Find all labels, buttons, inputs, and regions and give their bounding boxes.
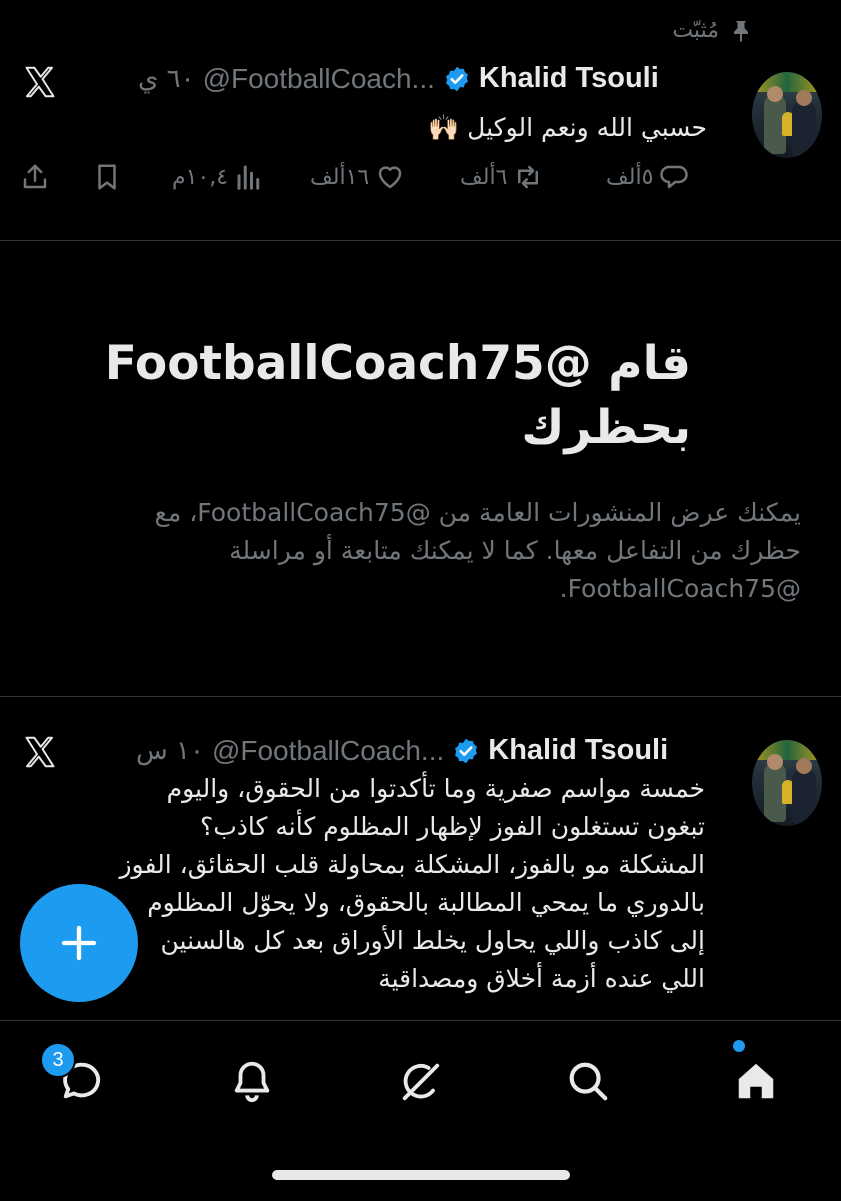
divider [0,240,841,241]
blocked-title-line-1: قام @FootballCoach75 [104,336,691,391]
author-avatar[interactable] [752,740,822,826]
tweet-actions: ١٠,٤م ١٦ألف ٦ألف ٥ألف [20,162,710,198]
tweet-text-line: إلى كاذب واللي يحاول يخلط الأوراق بعد كل… [160,926,705,955]
pinned-indicator: مُثبّت [672,18,753,43]
pin-icon [734,20,748,42]
repost-icon [518,165,539,189]
tweet-text-line: خمسة مواسم صفرية وما تأكدتوا من الحقوق، … [166,774,705,803]
tweet-text-line: اللي عنده أزمة أخلاق ومصداقية [378,964,705,993]
share-button[interactable] [20,162,50,192]
home-icon [738,1063,774,1099]
blocked-title-line-2: بحظرك [521,400,691,455]
x-logo-icon [25,736,55,768]
author-name[interactable]: Khalid Tsouli [488,734,668,767]
like-button[interactable]: ١٦ألف [310,162,405,192]
tweet-text: حسبي الله ونعم الوكيل 🙌🏻 [428,113,707,142]
repost-button[interactable]: ٦ألف [460,162,543,192]
bookmark-button[interactable] [92,162,122,192]
views-count: ١٠,٤م [172,164,229,190]
blocked-description-line-3: @FootballCoach75. [559,574,801,603]
tweet-text-line: المشكلة مو بالفوز، المشكلة بمحاولة قلب ا… [119,850,705,879]
author-handle[interactable]: @FootballCoach... [212,735,444,767]
blocked-description-line-1: يمكنك عرض المنشورات العامة من @FootballC… [154,498,801,527]
verified-badge-icon [445,66,468,91]
blocked-title: قام @FootballCoach75 بحظرك [31,332,691,460]
divider [0,696,841,697]
tab-search[interactable] [558,1051,618,1111]
grok-icon [402,1063,440,1101]
views-button[interactable]: ١٠,٤م [172,162,264,192]
tweet-time[interactable]: ١٠ س [136,736,204,766]
reply-button[interactable]: ٥ألف [606,162,689,192]
tab-grok[interactable] [390,1051,450,1111]
notifications-bell-icon [234,1061,270,1103]
home-unread-dot [733,1040,745,1052]
verified-badge-icon [455,738,478,763]
heart-icon [378,166,402,189]
compose-button[interactable] [20,884,138,1002]
repost-count: ٦ألف [460,164,508,190]
tweet-header: ٦٠ ي @FootballCoach... Khalid Tsouli [138,62,659,95]
home-indicator[interactable] [272,1170,570,1180]
bookmark-icon [98,164,116,190]
tab-home[interactable] [726,1051,786,1111]
x-logo-icon [25,66,55,98]
tweet-text-line: بالدوري ما يمحي المطالبة بالحقوق، ولا يح… [147,888,705,917]
pinned-label: مُثبّت [672,18,719,43]
messages-badge: 3 [40,1042,76,1078]
like-count: ١٦ألف [310,164,370,190]
plus-icon [61,925,97,961]
tab-notifications[interactable] [222,1051,282,1111]
blocked-description-line-2: حظرك من التفاعل معها. كما لا يمكنك متابع… [229,536,801,565]
views-icon [237,165,260,190]
tweet-text-line: تبغون تستغلون الفوز لإظهار المظلوم كأنه … [199,812,705,841]
reply-icon [660,165,689,189]
author-handle[interactable]: @FootballCoach... [203,63,435,95]
tweet-text: خمسة مواسم صفرية وما تأكدتوا من الحقوق، … [119,770,705,998]
author-avatar[interactable] [752,72,822,158]
reply-count: ٥ألف [606,164,654,190]
tweet-header: ١٠ س @FootballCoach... Khalid Tsouli [136,734,668,767]
tweet-time[interactable]: ٦٠ ي [138,64,195,94]
author-name[interactable]: Khalid Tsouli [479,62,659,95]
search-icon [569,1062,608,1101]
blocked-description: يمكنك عرض المنشورات العامة من @FootballC… [21,494,801,608]
share-icon [23,164,47,189]
